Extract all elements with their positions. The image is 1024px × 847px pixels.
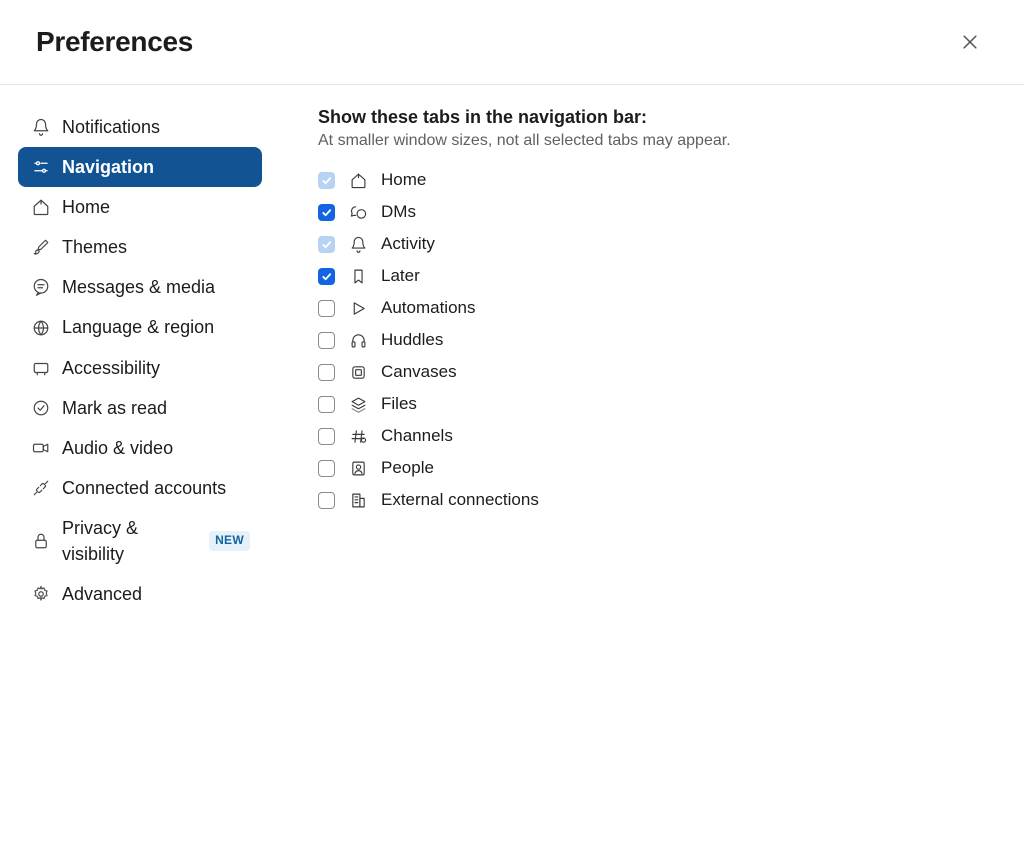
sidebar-item-themes[interactable]: Themes <box>18 227 262 267</box>
tab-label: People <box>381 458 434 478</box>
tab-label: Automations <box>381 298 476 318</box>
sidebar-item-label: Home <box>62 194 110 220</box>
plug-icon <box>32 479 50 497</box>
tab-option-dms: DMs <box>318 196 994 228</box>
checkbox-later[interactable] <box>318 268 335 285</box>
sidebar-item-mark-as-read[interactable]: Mark as read <box>18 388 262 428</box>
tab-label: DMs <box>381 202 416 222</box>
close-icon <box>960 32 980 52</box>
sidebar-item-label: Advanced <box>62 581 142 607</box>
globe-icon <box>32 319 50 337</box>
sidebar-item-connected-accounts[interactable]: Connected accounts <box>18 468 262 508</box>
files-icon <box>349 395 367 413</box>
close-button[interactable] <box>952 24 988 60</box>
checkbox-automations[interactable] <box>318 300 335 317</box>
bell-icon <box>349 235 367 253</box>
check-circle-icon <box>32 399 50 417</box>
section-subtitle: At smaller window sizes, not all selecte… <box>318 132 994 150</box>
checkbox-channels[interactable] <box>318 428 335 445</box>
sidebar-item-label: Language & region <box>62 314 214 340</box>
home-icon <box>349 171 367 189</box>
sidebar-item-privacy-visibility[interactable]: Privacy & visibility NEW <box>18 508 262 574</box>
tab-option-channels: Channels <box>318 420 994 452</box>
preferences-header: Preferences <box>0 0 1024 85</box>
checkbox-canvases[interactable] <box>318 364 335 381</box>
sidebar-item-label: Notifications <box>62 114 160 140</box>
tab-option-later: Later <box>318 260 994 292</box>
brush-icon <box>32 238 50 256</box>
play-icon <box>349 299 367 317</box>
tab-label: Files <box>381 394 417 414</box>
content-panel: Show these tabs in the navigation bar: A… <box>280 107 1024 614</box>
tab-option-activity: Activity <box>318 228 994 260</box>
tab-option-external-connections: External connections <box>318 484 994 516</box>
checkbox-files[interactable] <box>318 396 335 413</box>
headphones-icon <box>349 331 367 349</box>
sidebar-item-messages-media[interactable]: Messages & media <box>18 267 262 307</box>
building-icon <box>349 491 367 509</box>
bookmark-icon <box>349 267 367 285</box>
tab-label: Home <box>381 170 426 190</box>
tab-label: External connections <box>381 490 539 510</box>
section-title: Show these tabs in the navigation bar: <box>318 107 994 128</box>
sidebar-item-label: Mark as read <box>62 395 167 421</box>
tab-list: Home DMs Activity Later Automations Huddles Ca… <box>318 164 994 516</box>
people-icon <box>349 459 367 477</box>
page-title: Preferences <box>36 26 193 58</box>
canvas-icon <box>349 363 367 381</box>
checkbox-home <box>318 172 335 189</box>
sidebar-item-navigation[interactable]: Navigation <box>18 147 262 187</box>
dms-icon <box>349 203 367 221</box>
gear-icon <box>32 585 50 603</box>
sidebar-item-label: Privacy & visibility <box>62 515 193 567</box>
checkbox-people[interactable] <box>318 460 335 477</box>
bell-icon <box>32 118 50 136</box>
tab-option-files: Files <box>318 388 994 420</box>
sidebar-item-home[interactable]: Home <box>18 187 262 227</box>
checkbox-huddles[interactable] <box>318 332 335 349</box>
lock-icon <box>32 532 50 550</box>
home-icon <box>32 198 50 216</box>
checkbox-dms[interactable] <box>318 204 335 221</box>
sidebar: Notifications Navigation Home Themes Message… <box>0 107 280 614</box>
tab-label: Activity <box>381 234 435 254</box>
sidebar-item-label: Connected accounts <box>62 475 226 501</box>
tab-label: Huddles <box>381 330 443 350</box>
checkbox-external-connections[interactable] <box>318 492 335 509</box>
checkbox-activity <box>318 236 335 253</box>
sidebar-item-language-region[interactable]: Language & region <box>18 307 262 347</box>
sidebar-item-label: Audio & video <box>62 435 173 461</box>
sidebar-item-advanced[interactable]: Advanced <box>18 574 262 614</box>
video-icon <box>32 439 50 457</box>
sidebar-item-accessibility[interactable]: Accessibility <box>18 348 262 388</box>
channels-icon <box>349 427 367 445</box>
chat-icon <box>32 278 50 296</box>
sidebar-item-label: Messages & media <box>62 274 215 300</box>
new-badge: NEW <box>209 531 250 550</box>
sidebar-item-audio-video[interactable]: Audio & video <box>18 428 262 468</box>
tab-option-huddles: Huddles <box>318 324 994 356</box>
tab-option-automations: Automations <box>318 292 994 324</box>
sidebar-item-notifications[interactable]: Notifications <box>18 107 262 147</box>
sliders-icon <box>32 158 50 176</box>
preferences-body: Notifications Navigation Home Themes Message… <box>0 85 1024 614</box>
tab-option-canvases: Canvases <box>318 356 994 388</box>
tab-label: Canvases <box>381 362 457 382</box>
sidebar-item-label: Accessibility <box>62 355 160 381</box>
sidebar-item-label: Navigation <box>62 154 154 180</box>
tab-option-home: Home <box>318 164 994 196</box>
tab-label: Later <box>381 266 420 286</box>
sidebar-item-label: Themes <box>62 234 127 260</box>
tab-label: Channels <box>381 426 453 446</box>
accessibility-icon <box>32 359 50 377</box>
tab-option-people: People <box>318 452 994 484</box>
